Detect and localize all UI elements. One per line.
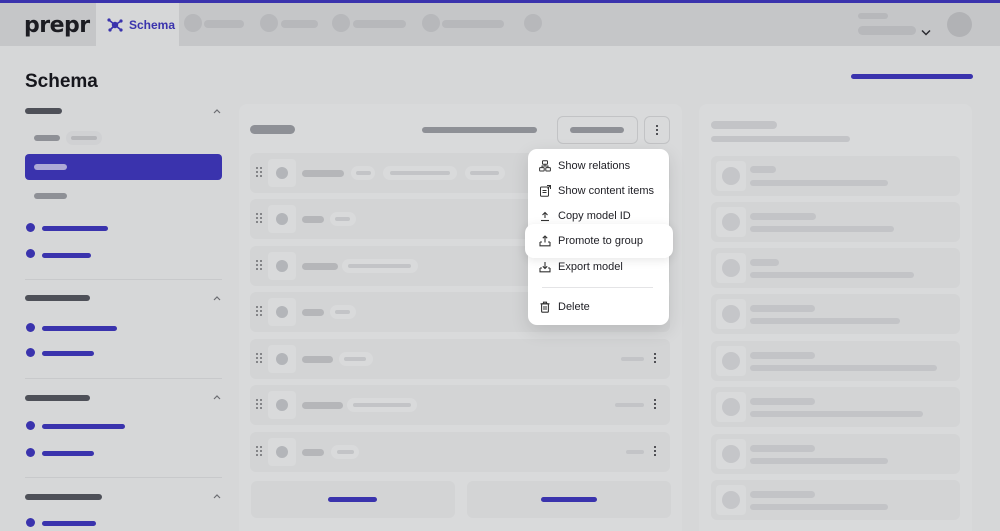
- drag-handle-icon[interactable]: [256, 353, 262, 363]
- sidebar-item-active[interactable]: [25, 154, 222, 180]
- menu-item-promote-to-group[interactable]: Promote to group: [525, 224, 673, 258]
- sidebar-link[interactable]: [42, 253, 91, 258]
- field-row[interactable]: [250, 432, 670, 472]
- drag-handle-icon[interactable]: [256, 306, 262, 316]
- field-type-icon: [716, 346, 746, 376]
- chevron-up-icon[interactable]: [212, 491, 222, 501]
- field-type-icon: [716, 485, 746, 515]
- model-subtitle-placeholder: [422, 127, 537, 133]
- model-dot: [26, 323, 35, 332]
- more-options-button[interactable]: [644, 116, 670, 144]
- trash-icon: [540, 301, 550, 313]
- drag-handle-icon[interactable]: [256, 446, 262, 456]
- tab-schema[interactable]: Schema: [96, 3, 179, 46]
- row-kebab-icon[interactable]: [654, 446, 656, 456]
- field-type-icon: [268, 391, 296, 419]
- context-menu: Show relations Show content items Copy m…: [525, 149, 673, 325]
- field-type-icon: [716, 207, 746, 237]
- field-type-icon: [716, 439, 746, 469]
- copy-id-icon: [541, 211, 549, 221]
- model-dot: [26, 421, 35, 430]
- drag-handle-icon[interactable]: [256, 167, 262, 177]
- panel-title-placeholder: [711, 121, 777, 129]
- promote-icon: [539, 235, 551, 247]
- field-type-icon: [716, 161, 746, 191]
- sidebar-link[interactable]: [42, 424, 125, 429]
- tab-schema-label: Schema: [129, 17, 176, 32]
- field-type-card[interactable]: [711, 248, 960, 288]
- sidebar-link[interactable]: [42, 326, 117, 331]
- menu-divider: [542, 287, 653, 288]
- menu-item-label: Show content items: [558, 184, 654, 197]
- field-type-icon: [268, 159, 296, 187]
- field-type-card[interactable]: [711, 387, 960, 427]
- chevron-down-icon: [921, 29, 931, 36]
- model-dot: [26, 223, 35, 232]
- divider: [25, 279, 222, 280]
- menu-item-label: Delete: [558, 300, 590, 313]
- sidebar-link[interactable]: [42, 351, 94, 356]
- top-navigation-bar: prepr Schema: [0, 3, 1000, 46]
- menu-item-delete[interactable]: Delete: [528, 294, 669, 319]
- schema-icon: [107, 17, 123, 32]
- prepr-logo[interactable]: prepr: [24, 13, 90, 38]
- add-component-button[interactable]: [467, 481, 671, 518]
- model-dot: [26, 518, 35, 527]
- menu-item-show-relations[interactable]: Show relations: [528, 153, 669, 178]
- model-dot: [26, 249, 35, 258]
- field-type-card[interactable]: [711, 480, 960, 520]
- kebab-icon: [656, 125, 658, 135]
- nav-icon-placeholder[interactable]: [524, 14, 542, 32]
- chevron-up-icon[interactable]: [212, 392, 222, 402]
- divider: [25, 378, 222, 379]
- menu-item-label: Copy model ID: [558, 209, 631, 222]
- content-items-icon: [540, 184, 551, 197]
- model-dot: [26, 348, 35, 357]
- field-type-icon: [268, 252, 296, 280]
- divider: [25, 477, 222, 478]
- menu-item-export-model[interactable]: Export model: [528, 254, 669, 279]
- model-action-button[interactable]: [557, 116, 638, 144]
- primary-action-button[interactable]: [851, 74, 973, 79]
- field-row[interactable]: [250, 339, 670, 379]
- drag-handle-icon[interactable]: [256, 213, 262, 223]
- model-title-placeholder: [250, 125, 295, 134]
- field-type-card[interactable]: [711, 434, 960, 474]
- sidebar-item[interactable]: [34, 193, 67, 199]
- field-type-icon: [716, 299, 746, 329]
- sidebar-link[interactable]: [42, 226, 108, 231]
- field-type-icon: [716, 253, 746, 283]
- field-type-icon: [268, 345, 296, 373]
- sidebar-link[interactable]: [42, 451, 94, 456]
- avatar: [947, 12, 972, 37]
- menu-item-label: Show relations: [558, 159, 631, 172]
- menu-item-label: Promote to group: [558, 235, 643, 247]
- menu-item-label: Export model: [558, 260, 623, 273]
- relations-icon: [539, 159, 551, 171]
- menu-item-show-content-items[interactable]: Show content items: [528, 178, 669, 203]
- drag-handle-icon[interactable]: [256, 399, 262, 409]
- field-type-card[interactable]: [711, 294, 960, 334]
- sidebar-link[interactable]: [42, 521, 96, 526]
- drag-handle-icon[interactable]: [256, 260, 262, 270]
- row-kebab-icon[interactable]: [654, 399, 656, 409]
- panel-subtitle-placeholder: [711, 136, 850, 142]
- chevron-up-icon[interactable]: [212, 106, 222, 116]
- row-kebab-icon[interactable]: [654, 353, 656, 363]
- field-type-icon: [716, 392, 746, 422]
- field-type-icon: [268, 298, 296, 326]
- chevron-up-icon[interactable]: [212, 293, 222, 303]
- field-type-card[interactable]: [711, 156, 960, 196]
- field-type-card[interactable]: [711, 202, 960, 242]
- model-dot: [26, 448, 35, 457]
- add-field-button[interactable]: [251, 481, 455, 518]
- page-title: Schema: [25, 71, 98, 92]
- field-type-icon: [268, 205, 296, 233]
- field-type-card[interactable]: [711, 341, 960, 381]
- field-row[interactable]: [250, 385, 670, 425]
- export-icon: [539, 261, 551, 272]
- field-type-icon: [268, 438, 296, 466]
